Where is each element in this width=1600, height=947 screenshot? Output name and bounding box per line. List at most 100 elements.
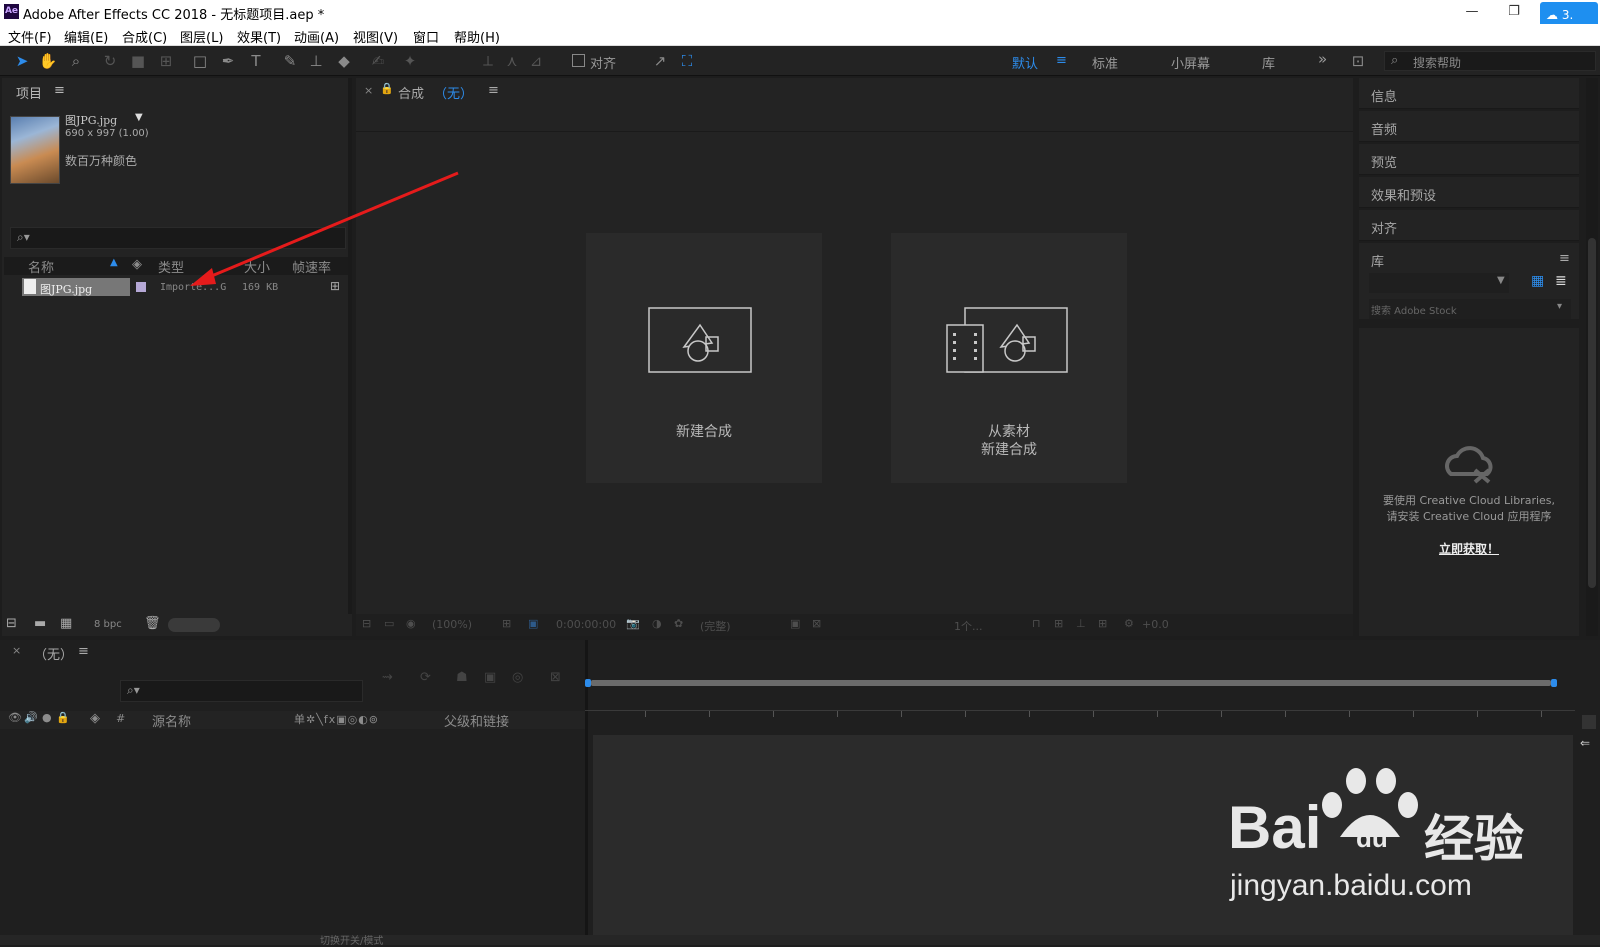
shy-layers-icon[interactable]: ☗ [456, 670, 468, 685]
color-channel-icon[interactable]: ✿ [674, 617, 683, 630]
sort-ascending-icon[interactable]: ▲ [110, 257, 118, 268]
close-timeline-icon[interactable]: × [12, 644, 21, 657]
time-ruler[interactable] [585, 676, 1580, 731]
info-panel-tab[interactable]: 信息 [1359, 78, 1579, 109]
pen-tool-icon[interactable]: ✒ [218, 51, 238, 71]
label-column-icon[interactable]: ◈ [90, 711, 100, 726]
menu-composition[interactable]: 合成(C) [122, 27, 167, 46]
camera-tool-icon[interactable]: ■ [128, 51, 148, 71]
region-icon[interactable]: ▣ [528, 617, 538, 630]
right-scrollbar[interactable] [1586, 78, 1598, 636]
puppet-pin-tool-icon[interactable]: ✦ [400, 51, 420, 71]
monitor-icon[interactable]: ▭ [384, 617, 394, 630]
library-menu-icon[interactable]: ≡ [1559, 251, 1570, 266]
eye-icon[interactable]: 👁 [8, 711, 22, 724]
menu-layer[interactable]: 图层(L) [180, 27, 223, 46]
current-time[interactable]: 0:00:00:00 [556, 618, 616, 631]
comp-tab-value[interactable]: （无） [434, 83, 473, 102]
timeline-icon[interactable]: ⊥ [1076, 617, 1086, 630]
snap-target-icon[interactable]: ⛶ [677, 51, 697, 71]
adobe-stock-search[interactable]: 搜索 Adobe Stock ▾ [1369, 299, 1571, 319]
lock-icon[interactable]: 🔒 [380, 82, 394, 95]
timeline-zoom-handle[interactable] [1582, 715, 1596, 729]
new-composition-icon[interactable]: ▦ [60, 616, 72, 631]
flowchart-view-icon[interactable]: ⊞ [1098, 617, 1107, 630]
project-tab[interactable]: 项目 [16, 83, 42, 102]
local-axis-icon[interactable]: ⟂ [478, 51, 498, 71]
snap-checkbox[interactable] [572, 54, 585, 67]
menu-view[interactable]: 视图(V) [353, 27, 398, 46]
rotate-tool-icon[interactable]: ↻ [100, 51, 120, 71]
comp-panel-menu-icon[interactable]: ≡ [488, 83, 499, 98]
close-tab-icon[interactable]: × [364, 84, 373, 97]
zoom-dropdown[interactable]: (100%) [432, 618, 472, 631]
effects-presets-tab[interactable]: 效果和预设 [1359, 177, 1579, 208]
grid-icon[interactable]: ⊞ [502, 617, 511, 630]
menu-window[interactable]: 窗口 [413, 27, 439, 46]
preview-panel-tab[interactable]: 预览 [1359, 144, 1579, 175]
grid-view-icon[interactable]: ▦ [1531, 273, 1544, 289]
pan-behind-tool-icon[interactable]: ⊞ [156, 51, 176, 71]
frame-blending-icon[interactable]: ▣ [484, 670, 496, 685]
col-type[interactable]: 类型 [158, 257, 184, 276]
clone-stamp-tool-icon[interactable]: ⊥ [306, 51, 326, 71]
always-preview-icon[interactable]: ⊟ [362, 617, 371, 630]
get-now-link[interactable]: 立即获取！ [1359, 540, 1579, 557]
work-area-bar[interactable] [591, 680, 1551, 686]
audio-panel-tab[interactable]: 音频 [1359, 111, 1579, 142]
solo-icon[interactable]: ● [42, 711, 52, 724]
comp-tab-label[interactable]: 合成 [398, 83, 424, 102]
menu-file[interactable]: 文件(F) [8, 27, 52, 46]
hand-tool-icon[interactable]: ✋ [38, 51, 58, 71]
menu-effect[interactable]: 效果(T) [237, 27, 281, 46]
menu-animation[interactable]: 动画(A) [294, 27, 339, 46]
switches-column-icons[interactable]: 单✲╲fx▣◎◐⊚ [294, 711, 379, 727]
text-tool-icon[interactable]: T [246, 51, 266, 71]
view-layout-dropdown[interactable]: 1个... [954, 618, 983, 634]
new-comp-from-footage-card[interactable]: 从素材 新建合成 [891, 233, 1127, 483]
trash-icon[interactable]: 🗑 [144, 616, 161, 631]
workspace-small-screen[interactable]: 小屏幕 [1171, 53, 1210, 72]
project-item-row[interactable]: 图JPG.jpg Importe...G 169 KB ⊞ [4, 278, 349, 298]
panel-menu-icon[interactable]: ≡ [54, 83, 65, 98]
parent-link-column[interactable]: 父级和链接 [444, 711, 509, 730]
selection-tool-icon[interactable]: ➤ [12, 51, 32, 71]
col-frame-rate[interactable]: 帧速率 [292, 257, 331, 276]
new-folder-icon[interactable]: ▬ [34, 616, 46, 631]
zoom-tool-icon[interactable]: ⌕ [66, 51, 86, 71]
timeline-search-input[interactable]: ⌕▾ [120, 680, 363, 702]
layer-number-column[interactable]: # [116, 712, 125, 725]
draft-3d-icon[interactable]: ⟳ [420, 670, 431, 685]
label-tag-icon[interactable]: ◈ [132, 257, 142, 272]
view-axis-icon[interactable]: ⊿ [526, 51, 546, 71]
timeline-tab[interactable]: （无） [34, 644, 73, 663]
show-snapshot-icon[interactable]: ◑ [652, 617, 662, 630]
work-area-start-handle[interactable] [585, 679, 591, 687]
workspace-menu-icon[interactable]: ≡ [1056, 53, 1067, 68]
restore-button[interactable]: ❐ [1494, 2, 1534, 22]
search-help-input[interactable]: ⌕ 搜索帮助 [1384, 51, 1596, 71]
world-axis-icon[interactable]: ⋏ [502, 51, 522, 71]
workspace-default[interactable]: 默认 [1012, 53, 1038, 72]
thumbnail-slider[interactable] [168, 618, 220, 632]
mask-visibility-icon[interactable]: ◉ [406, 617, 416, 630]
library-select[interactable]: ▼ [1369, 273, 1509, 293]
timeline-menu-icon[interactable]: ≡ [78, 644, 89, 659]
stock-dropdown-icon[interactable]: ▾ [1557, 301, 1562, 312]
fast-preview-icon[interactable]: ⊞ [1054, 617, 1063, 630]
col-size[interactable]: 大小 [244, 257, 270, 276]
bit-depth-button[interactable]: 8 bpc [94, 619, 122, 630]
new-composition-card[interactable]: 新建合成 [586, 233, 822, 483]
rectangle-tool-icon[interactable]: □ [190, 51, 210, 71]
workspace-libraries[interactable]: 库 [1262, 53, 1275, 72]
snap-options-icon[interactable]: ↗ [650, 51, 670, 71]
brush-tool-icon[interactable]: ✎ [280, 51, 300, 71]
flowchart-icon[interactable]: ⊞ [330, 279, 340, 293]
workspace-overflow-icon[interactable]: » [1318, 50, 1327, 68]
minimize-button[interactable]: — [1452, 2, 1492, 22]
comp-button-icon[interactable]: ⇐ [1580, 736, 1590, 750]
roi-icon[interactable]: ▣ [790, 617, 800, 630]
item-label-swatch[interactable] [136, 282, 146, 292]
project-search-input[interactable]: ⌕▾ [10, 227, 346, 249]
exposure-icon[interactable]: ⚙ [1124, 617, 1134, 630]
